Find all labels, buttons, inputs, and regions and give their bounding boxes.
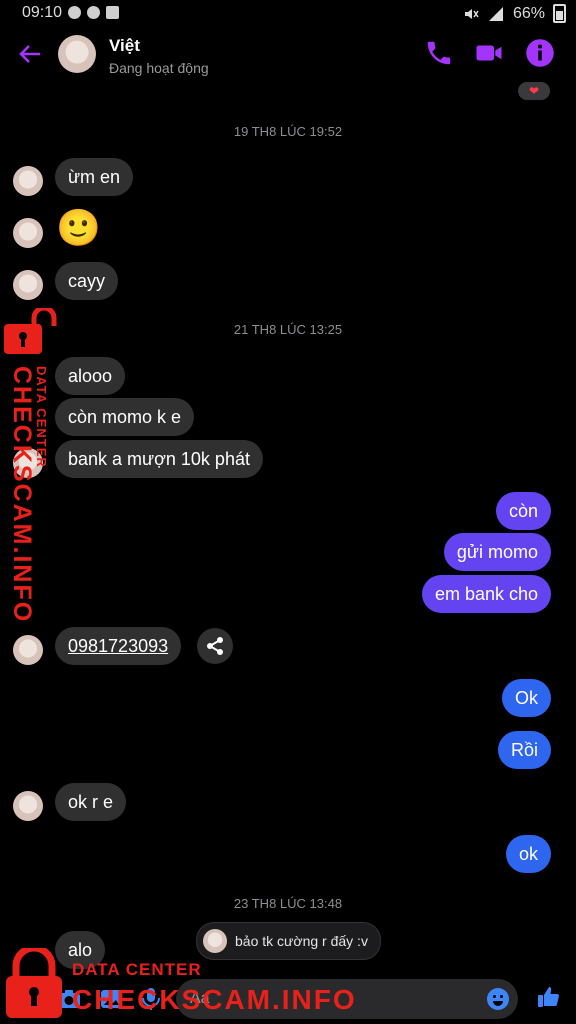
timestamp: 19 TH8 LÚC 19:52	[233, 124, 343, 139]
share-icon	[207, 637, 223, 655]
messenger-notification-icon	[68, 6, 81, 19]
message-bubble-incoming[interactable]: cayy	[55, 262, 119, 300]
phone-call-icon[interactable]	[424, 38, 454, 68]
back-arrow-icon[interactable]	[16, 40, 44, 68]
watermark-small-text: DATA CENTER	[72, 960, 202, 979]
watermark-big-text: CHECKSCAM.INFO	[72, 984, 357, 1015]
message-bubble-outgoing[interactable]: gửi momo	[443, 533, 551, 571]
sender-avatar[interactable]	[13, 218, 43, 248]
status-right: 66%	[463, 4, 566, 23]
message-bubble-incoming[interactable]: ok r e	[55, 783, 127, 821]
reply-text: bảo tk cường r đấy :v	[235, 933, 368, 949]
status-bar: 09:10 66%	[0, 0, 576, 26]
heart-reaction[interactable]: ❤	[518, 82, 550, 100]
notification-icons	[68, 6, 119, 19]
message-bubble-outgoing[interactable]: em bank cho	[421, 575, 551, 613]
message-bubble-outgoing[interactable]: còn	[495, 492, 551, 530]
chat-header: Việt Đang hoạt động	[0, 26, 576, 84]
reply-avatar	[203, 929, 227, 953]
contact-avatar[interactable]	[58, 35, 96, 73]
signal-icon	[488, 6, 503, 21]
mute-icon	[464, 8, 479, 19]
battery-icon	[553, 4, 566, 23]
battery-percent: 66%	[512, 4, 545, 22]
message-bubble-incoming[interactable]: còn momo k e	[55, 398, 195, 436]
info-icon[interactable]	[525, 38, 555, 68]
message-bubble-incoming[interactable]: alooo	[55, 357, 126, 395]
gallery-notification-icon	[106, 6, 119, 19]
sender-avatar[interactable]	[13, 791, 43, 821]
sender-avatar[interactable]	[13, 270, 43, 300]
message-bubble-incoming[interactable]: ừm en	[55, 158, 134, 196]
status-time: 09:10	[22, 4, 63, 21]
timestamp: 23 TH8 LÚC 13:48	[233, 896, 343, 911]
contact-name[interactable]: Việt	[109, 36, 140, 56]
watermark-lock-icon	[4, 308, 57, 354]
watermark-lock-icon	[6, 948, 62, 1018]
emoji-picker-icon[interactable]	[486, 987, 510, 1011]
phone-number-link[interactable]: 0981723093	[55, 627, 182, 665]
contact-status: Đang hoạt động	[109, 60, 209, 76]
thumbs-up-icon[interactable]	[536, 984, 562, 1010]
emoji-message[interactable]: 🙂	[56, 208, 101, 248]
message-bubble-outgoing[interactable]: ok	[505, 835, 551, 873]
video-call-icon[interactable]	[474, 38, 504, 68]
reply-preview[interactable]: bảo tk cường r đấy :v	[196, 922, 381, 960]
timestamp: 21 TH8 LÚC 13:25	[233, 322, 343, 337]
message-bubble-incoming[interactable]: bank a mượn 10k phát	[55, 440, 263, 478]
message-bubble-outgoing[interactable]: Ok	[501, 679, 551, 717]
share-button[interactable]	[197, 628, 233, 664]
sender-avatar[interactable]	[13, 635, 43, 665]
message-bubble-outgoing[interactable]: Rồi	[497, 731, 551, 769]
watermark-vertical-small: DATA CENTER	[34, 366, 49, 468]
sender-avatar[interactable]	[13, 166, 43, 196]
messenger-notification-icon	[87, 6, 100, 19]
